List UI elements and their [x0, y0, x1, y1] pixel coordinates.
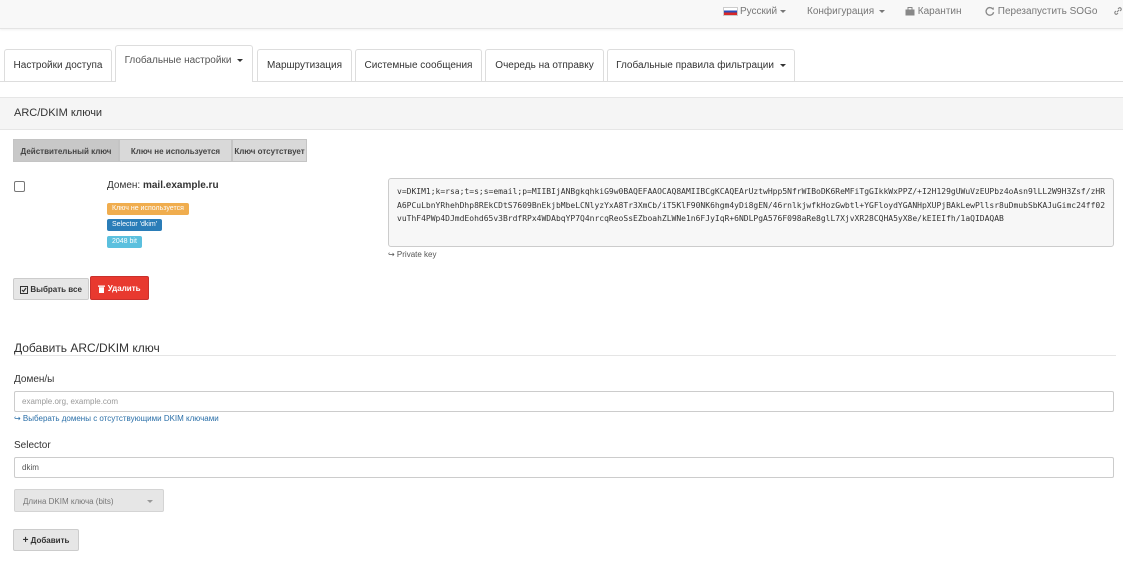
- tab-queue[interactable]: Очередь на отправку: [485, 49, 604, 81]
- tab-label: Очередь на отправку: [495, 60, 594, 71]
- delete-button[interactable]: Удалить: [90, 276, 149, 300]
- tab-label: Глобальные правила фильтрации: [616, 60, 774, 71]
- domain-name: mail.example.ru: [142, 180, 219, 191]
- configuration-dropdown[interactable]: Конфигурация: [807, 0, 886, 28]
- selector-badge: Selector 'dkim': [107, 219, 163, 231]
- panel-heading: ARC/DKIM ключи: [0, 97, 1123, 130]
- select-all-button[interactable]: Выбрать все: [13, 278, 89, 300]
- legend-divider: [14, 355, 1116, 356]
- domain-label: Домен:: [107, 180, 141, 191]
- tab-label: Настройки доступа: [13, 60, 103, 71]
- key-select-checkbox[interactable]: [14, 181, 25, 192]
- key-length-select[interactable]: Длина DKIM ключа (bits): [14, 489, 164, 512]
- briefcase-icon: [905, 6, 915, 16]
- tab-system-messages[interactable]: Системные сообщения: [355, 49, 482, 81]
- select-all-label: Выбрать все: [30, 285, 82, 294]
- add-key-button[interactable]: + Добавить: [13, 529, 79, 551]
- tab-label: Маршрутизация: [266, 60, 343, 71]
- chevron-down-icon: [780, 9, 787, 13]
- tab-label: Системные сообщения: [364, 60, 473, 71]
- configuration-label: Конфигурация: [807, 6, 875, 17]
- settings-tabs: Настройки доступа Глобальные настройки М…: [0, 45, 1123, 82]
- plus-icon: +: [22, 535, 29, 546]
- key-bits-badge: 2048 bit: [107, 236, 142, 248]
- quarantine-link[interactable]: Карантин: [905, 0, 962, 28]
- russia-flag-icon: [723, 6, 738, 16]
- filter-valid-key-button[interactable]: Действительный ключ: [13, 139, 119, 162]
- chevron-down-icon: [779, 63, 786, 67]
- quarantine-label: Карантин: [917, 6, 962, 17]
- chevron-down-icon: [147, 500, 153, 503]
- refresh-icon: [985, 7, 995, 17]
- add-key-legend: Добавить ARC/DKIM ключ: [14, 341, 160, 355]
- domains-label: Домен/ы: [14, 374, 55, 385]
- filter-unused-key-button[interactable]: Ключ не используется: [119, 139, 232, 162]
- language-dropdown[interactable]: Русский: [723, 0, 787, 28]
- key-status-badge: Ключ не используется: [107, 203, 189, 215]
- top-navbar: Русский Конфигурация Карантин Перезапуст…: [0, 0, 1123, 29]
- selector-label: Selector: [14, 440, 51, 451]
- tab-label: Глобальные настройки: [124, 55, 232, 66]
- restart-sogo-link[interactable]: Перезапустить SOGo: [985, 0, 1097, 28]
- trash-icon: [98, 285, 106, 293]
- selector-input[interactable]: [14, 457, 1114, 478]
- add-key-label: Добавить: [30, 536, 70, 545]
- dkim-key-text: v=DKIM1;k=rsa;t=s;s=email;p=MIIBIjANBgkq…: [388, 178, 1114, 247]
- tab-global-filter-rules[interactable]: Глобальные правила фильтрации: [607, 49, 795, 81]
- link-icon: [1114, 7, 1122, 16]
- key-length-placeholder: Длина DKIM ключа (bits): [23, 497, 114, 506]
- check-square-icon: [20, 285, 29, 294]
- chevron-down-icon: [879, 9, 886, 13]
- language-label: Русский: [740, 6, 778, 17]
- tab-routing[interactable]: Маршрутизация: [257, 49, 352, 81]
- select-missing-domains-link[interactable]: ↪ Выберать домены с отсутствующими DKIM …: [14, 414, 219, 423]
- link-icon-button[interactable]: [1113, 0, 1123, 28]
- filter-missing-key-button[interactable]: Ключ отсутствует: [232, 139, 307, 162]
- tab-access-settings[interactable]: Настройки доступа: [4, 49, 112, 81]
- delete-label: Удалить: [107, 284, 141, 293]
- domain-info: Домен: mail.example.ru: [107, 180, 219, 191]
- panel-title: ARC/DKIM ключи: [14, 107, 103, 119]
- chevron-down-icon: [237, 58, 244, 62]
- tab-global-settings[interactable]: Глобальные настройки: [115, 45, 253, 82]
- domains-input[interactable]: [14, 391, 1114, 412]
- private-key-link[interactable]: ↪ Private key: [388, 250, 437, 259]
- restart-sogo-label: Перезапустить SOGo: [997, 6, 1098, 17]
